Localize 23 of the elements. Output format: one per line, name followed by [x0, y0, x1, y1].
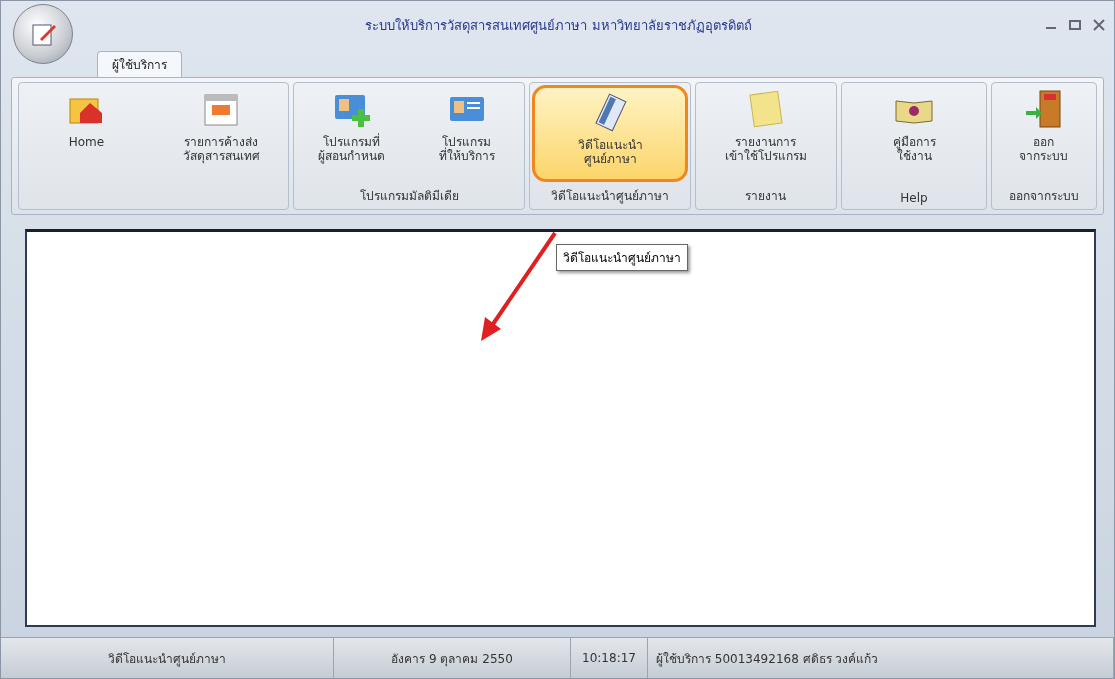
maximize-icon[interactable]	[1068, 19, 1082, 31]
app-orb-button[interactable]	[13, 4, 73, 64]
group-label: รายงาน	[744, 188, 788, 205]
ribbon-button[interactable]: วิดีโอแนะนำ ศูนย์ภาษา	[532, 85, 688, 182]
ribbon-tab[interactable]: ผู้ใช้บริการ	[97, 51, 182, 77]
close-icon[interactable]	[1092, 19, 1106, 31]
group-label: โปรแกรมมัลติมีเดีย	[358, 188, 460, 205]
ribbon-button[interactable]: โปรแกรมที่ ผู้สอนกำหนด	[296, 85, 408, 182]
ribbon-button[interactable]: ออก จากระบบ	[993, 85, 1094, 182]
ribbon-button[interactable]: Home	[21, 85, 152, 185]
ribbon-button[interactable]: คู่มือการ ใช้งาน	[844, 85, 984, 187]
status-text: 10:18:17	[571, 638, 648, 678]
group-label: Help	[899, 190, 929, 207]
ribbon-button[interactable]: รายการค้างส่ง วัสดุสารสนเทศ	[155, 85, 287, 185]
exit-door-icon	[1023, 89, 1064, 129]
ribbon-button[interactable]: โปรแกรม ที่ให้บริการ	[411, 85, 523, 182]
status-text: ผู้ใช้บริการ 50013492168 ศดิธร วงค์แก้ว	[648, 638, 1114, 678]
status-text: วิดีโอแนะนำศูนย์ภาษา	[1, 638, 334, 678]
group-label: วิดีโอแนะนำศูนย์ภาษา	[550, 188, 671, 206]
group-label: ออกจากระบบ	[1007, 188, 1080, 205]
window-title: ระบบให้บริการวัสดุสารสนเทศศูนย์ภาษา มหาวิทยาลัยราชภัฏอุตรดิตถ์	[364, 16, 753, 36]
status-text: อังคาร 9 ตุลาคม 2550	[334, 638, 571, 678]
ribbon-button[interactable]: รายงานการ เข้าใช้โปรแกรม	[697, 85, 835, 182]
